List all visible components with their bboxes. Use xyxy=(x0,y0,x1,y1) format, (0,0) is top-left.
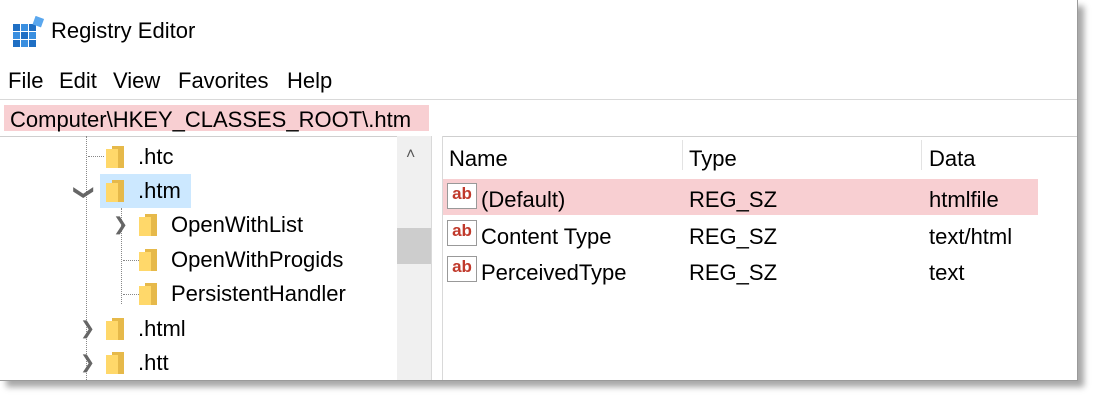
menu-help[interactable]: Help xyxy=(287,68,332,94)
value-name: (Default) xyxy=(481,187,566,212)
tree-item-label: .htc xyxy=(138,144,174,169)
scroll-up-icon[interactable]: ˄ xyxy=(406,146,415,164)
column-header-name[interactable]: Name xyxy=(449,146,508,172)
pane-splitter[interactable] xyxy=(431,136,443,380)
registry-editor-icon xyxy=(13,16,45,47)
folder-icon xyxy=(106,180,124,202)
tree-item-persistenthandler[interactable]: PersistentHandler xyxy=(0,277,397,311)
value-type: REG_SZ xyxy=(689,260,778,285)
window-title: Registry Editor xyxy=(51,18,196,43)
folder-icon xyxy=(106,352,124,374)
ab-string-icon: ab xyxy=(447,220,477,246)
folder-icon xyxy=(139,214,157,236)
chevron-down-icon[interactable]: ❯ xyxy=(72,184,97,201)
tree-item-htt[interactable]: ❯ .htt xyxy=(0,346,397,380)
folder-icon xyxy=(106,318,124,340)
menu-file[interactable]: File xyxy=(8,68,43,94)
tree-item-label: OpenWithList xyxy=(171,212,304,237)
tree-item-openwithlist[interactable]: ❯ OpenWithList xyxy=(0,208,397,242)
tree-item-label: OpenWithProgids xyxy=(171,247,344,272)
column-separator[interactable] xyxy=(921,140,922,170)
menu-view[interactable]: View xyxy=(113,68,160,94)
tree-item-openwithprogids[interactable]: OpenWithProgids xyxy=(0,243,397,277)
column-header-data[interactable]: Data xyxy=(929,146,975,172)
chevron-right-icon[interactable]: ❯ xyxy=(113,214,128,235)
value-row-content-type[interactable]: ab Content Type REG_SZ text/html xyxy=(443,216,1038,252)
key-tree: .htc ❯ .htm ❯ OpenWithList OpenWithProgi… xyxy=(0,136,431,380)
value-data: text xyxy=(929,260,965,285)
value-name: Content Type xyxy=(481,224,612,249)
folder-icon xyxy=(139,249,157,271)
registry-editor-window: Registry Editor File Edit View Favorites… xyxy=(0,0,1078,381)
value-data: text/html xyxy=(929,224,1013,249)
tree-item-label: .html xyxy=(138,316,186,341)
address-bar[interactable]: Computer\HKEY_CLASSES_ROOT\.htm xyxy=(0,99,1077,137)
menu-edit[interactable]: Edit xyxy=(59,68,97,94)
menu-favorites[interactable]: Favorites xyxy=(178,68,268,94)
value-type: REG_SZ xyxy=(689,224,778,249)
tree-item-label: .htt xyxy=(138,350,169,375)
tree-item-htc[interactable]: .htc xyxy=(0,140,397,174)
tree-item-label: PersistentHandler xyxy=(171,281,346,306)
column-separator[interactable] xyxy=(682,140,683,170)
values-list: Name Type Data ab (Default) REG_SZ htmlf… xyxy=(443,136,1077,380)
tree-scrollbar[interactable]: ˄ xyxy=(397,136,431,380)
title-bar: Registry Editor xyxy=(0,0,1077,62)
address-path[interactable]: Computer\HKEY_CLASSES_ROOT\.htm xyxy=(4,105,429,132)
ab-string-icon: ab xyxy=(447,183,477,209)
column-header-type[interactable]: Type xyxy=(689,146,737,172)
value-name: PerceivedType xyxy=(481,260,627,285)
value-row-perceivedtype[interactable]: ab PerceivedType REG_SZ text xyxy=(443,252,1038,288)
chevron-right-icon[interactable]: ❯ xyxy=(80,352,95,373)
scroll-thumb[interactable] xyxy=(397,228,431,264)
tree-item-htm[interactable]: ❯ .htm xyxy=(0,174,397,208)
tree-item-html[interactable]: ❯ .html xyxy=(0,312,397,346)
value-row-default[interactable]: ab (Default) REG_SZ htmlfile xyxy=(443,179,1038,215)
ab-string-icon: ab xyxy=(447,256,477,282)
chevron-right-icon[interactable]: ❯ xyxy=(80,318,95,339)
value-data: htmlfile xyxy=(929,187,999,212)
tree-item-label: .htm xyxy=(138,178,181,203)
folder-icon xyxy=(139,283,157,305)
value-type: REG_SZ xyxy=(689,187,778,212)
folder-icon xyxy=(106,146,124,168)
menu-bar: File Edit View Favorites Help xyxy=(0,64,1077,98)
